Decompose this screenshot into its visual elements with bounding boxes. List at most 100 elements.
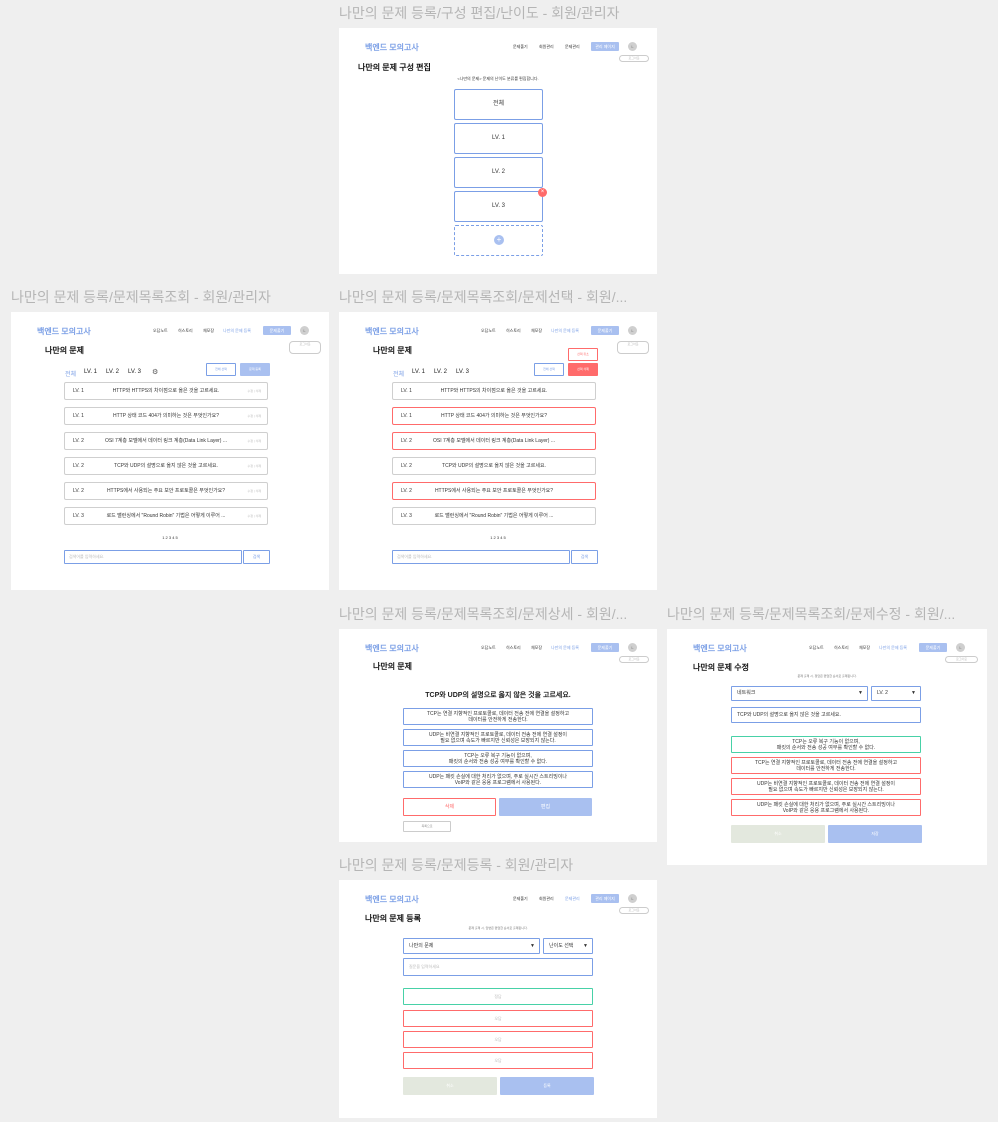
solve-button[interactable]: 문제풀기 bbox=[919, 643, 947, 652]
row-actions[interactable]: 수정 | 삭제 bbox=[248, 508, 262, 524]
logout-button[interactable]: 로그아웃 bbox=[619, 907, 649, 914]
register-question-button[interactable]: 문제 등록 bbox=[240, 363, 270, 376]
wrong-answer-input[interactable]: 오답 bbox=[403, 1031, 593, 1048]
logo[interactable]: 백엔드 모의고사 bbox=[365, 326, 419, 337]
answer-option[interactable]: TCP는 오류 복구 기능이 없으며, 패킷의 순서와 전송 성공 여부를 확인할… bbox=[403, 750, 593, 767]
delete-level-icon[interactable]: × bbox=[538, 188, 547, 197]
back-to-list-button[interactable]: 목록으로 bbox=[403, 821, 451, 832]
level-select[interactable]: 난이도 선택 ▼ bbox=[543, 938, 593, 954]
logout-button[interactable]: 로그아웃 bbox=[617, 341, 649, 354]
nav-item-my-questions[interactable]: 나만의 문제 등록 bbox=[223, 328, 251, 334]
solve-button[interactable]: 문제풀기 bbox=[263, 326, 291, 335]
tab-lv1[interactable]: LV. 1 bbox=[412, 369, 425, 375]
logo[interactable]: 백엔드 모의고사 bbox=[365, 894, 419, 905]
nav-item-my-questions[interactable]: 나만의 문제 등록 bbox=[551, 328, 579, 334]
question-row[interactable]: HTTPS에서 사용되는 주요 보안 프로토콜은 무엇인가요? LV. 2 bbox=[392, 482, 596, 500]
row-actions[interactable]: 수정 | 삭제 bbox=[248, 483, 262, 499]
nav-item-notebook[interactable]: 체모장 bbox=[203, 328, 214, 334]
nav-item-wrong-notes[interactable]: 오답노트 bbox=[481, 328, 496, 334]
question-row[interactable]: HTTPS에서 사용되는 주요 보안 프로토콜은 무엇인가요? LV. 2 수정 |… bbox=[64, 482, 268, 500]
tab-all[interactable]: 전체 bbox=[65, 369, 76, 378]
tab-lv2[interactable]: LV. 2 bbox=[106, 369, 119, 375]
nav-item-questions[interactable]: 문제관리 bbox=[565, 44, 580, 50]
nav-item-history[interactable]: 히스토리 bbox=[506, 645, 521, 651]
nav-item-history[interactable]: 히스토리 bbox=[178, 328, 193, 334]
level-item-all[interactable]: 전체 bbox=[454, 89, 543, 120]
wrong-answer-input[interactable]: 오답 bbox=[403, 1052, 593, 1069]
nav-item-solve[interactable]: 문제풀기 bbox=[513, 44, 528, 50]
nav-item-wrong-notes[interactable]: 오답노트 bbox=[481, 645, 496, 651]
nav-item-members[interactable]: 회원관리 bbox=[539, 44, 554, 50]
logo[interactable]: 백엔드 모의고사 bbox=[37, 326, 91, 337]
answer-option[interactable]: UDP는 비연결 지향적인 프로토콜로, 데이터 전송 전에 연결 설정이 필요 … bbox=[403, 729, 593, 746]
search-input[interactable]: 검색어를 입력하세요. bbox=[64, 550, 242, 564]
delete-button[interactable]: 삭제 bbox=[403, 798, 496, 816]
gear-icon[interactable]: ⚙ bbox=[152, 368, 158, 376]
solve-button[interactable]: 문제풀기 bbox=[591, 643, 619, 652]
question-row[interactable]: 로드 밸런싱에서 "Round Robin" 기법은 어떻게 이루어 ... LV… bbox=[392, 507, 596, 525]
nav-item-questions[interactable]: 문제관리 bbox=[565, 896, 580, 902]
avatar[interactable]: L bbox=[628, 42, 637, 51]
avatar[interactable]: L bbox=[628, 326, 637, 335]
nav-item-my-questions[interactable]: 나만의 문제 등록 bbox=[879, 645, 907, 651]
cancel-button[interactable]: 취소 bbox=[731, 825, 825, 843]
logout-button[interactable]: 로그아웃 bbox=[289, 341, 321, 354]
admin-page-button[interactable]: 관리 페이지 bbox=[591, 42, 619, 51]
category-select[interactable]: 나만의 문제 ▼ bbox=[403, 938, 540, 954]
answer-option[interactable]: UDP는 비연결 지향적인 프로토콜로, 데이터 전송 전에 연결 설정이 필요 … bbox=[731, 778, 921, 795]
level-select[interactable]: LV. 2 ▼ bbox=[871, 686, 921, 701]
question-row[interactable]: OSI 7계층 모델에서 데이터 링크 계층(Data Link Layer) … bbox=[64, 432, 268, 450]
question-row[interactable]: TCP와 UDP의 설명으로 옳지 않은 것을 고르세요. LV. 2 수정 | 삭… bbox=[64, 457, 268, 475]
level-item-3[interactable]: LV. 3 bbox=[454, 191, 543, 222]
nav-item-my-questions[interactable]: 나만의 문제 등록 bbox=[551, 645, 579, 651]
save-button[interactable]: 저장 bbox=[828, 825, 922, 843]
select-all-button[interactable]: 전체 선택 bbox=[534, 363, 564, 376]
logout-button[interactable]: 로그아웃 bbox=[619, 55, 649, 62]
correct-answer-input[interactable]: 정답 bbox=[403, 988, 593, 1005]
admin-page-button[interactable]: 관리 페이지 bbox=[591, 894, 619, 903]
pagination[interactable]: 1 2 3 4 5 bbox=[339, 535, 657, 540]
row-actions[interactable]: 수정 | 삭제 bbox=[248, 458, 262, 474]
nav-item-history[interactable]: 히스토리 bbox=[834, 645, 849, 651]
question-row[interactable]: 로드 밸런싱에서 "Round Robin" 기법은 어떻게 이루어 ... LV… bbox=[64, 507, 268, 525]
row-actions[interactable]: 수정 | 삭제 bbox=[248, 383, 262, 399]
answer-option[interactable]: UDP는 패킷 손실에 대한 처리가 없으며, 주로 실시간 스트리밍이나 VoI… bbox=[731, 799, 921, 816]
logo[interactable]: 백엔드 모의고사 bbox=[365, 42, 419, 53]
level-item-1[interactable]: LV. 1 bbox=[454, 123, 543, 154]
answer-option[interactable]: TCP는 연결 지향적인 프로토콜로, 데이터 전송 전에 연결을 설정하고 데이… bbox=[403, 708, 593, 725]
question-row[interactable]: HTTP 상태 코드 404가 의미하는 것은 무엇인가요? LV. 1 수정 | … bbox=[64, 407, 268, 425]
register-button[interactable]: 등록 bbox=[500, 1077, 594, 1095]
logo[interactable]: 백엔드 모의고사 bbox=[693, 643, 747, 654]
nav-item-notebook[interactable]: 체모장 bbox=[531, 328, 542, 334]
row-actions[interactable]: 수정 | 삭제 bbox=[248, 408, 262, 424]
logout-button[interactable]: 로그아웃 bbox=[945, 656, 978, 663]
question-row[interactable]: HTTP 상태 코드 404가 의미하는 것은 무엇인가요? LV. 1 bbox=[392, 407, 596, 425]
tab-lv2[interactable]: LV. 2 bbox=[434, 369, 447, 375]
answer-option[interactable]: TCP는 오류 복구 기능이 없으며, 패킷의 순서와 전송 성공 여부를 확인할… bbox=[731, 736, 921, 753]
question-row[interactable]: HTTP와 HTTPS의 차이점으로 옳은 것을 고르세요. LV. 1 수정 | … bbox=[64, 382, 268, 400]
wrong-answer-input[interactable]: 오답 bbox=[403, 1010, 593, 1027]
nav-item-members[interactable]: 회원관리 bbox=[539, 896, 554, 902]
question-input[interactable]: TCP와 UDP의 설명으로 옳지 않은 것을 고르세요. bbox=[731, 707, 921, 723]
plus-icon[interactable]: + bbox=[494, 235, 504, 245]
search-button[interactable]: 검색 bbox=[571, 550, 598, 564]
level-item-2[interactable]: LV. 2 bbox=[454, 157, 543, 188]
tab-lv3[interactable]: LV. 3 bbox=[456, 369, 469, 375]
answer-option[interactable]: UDP는 패킷 손실에 대한 처리가 없으며, 주로 실시간 스트리밍이나 VoI… bbox=[403, 771, 593, 788]
answer-option[interactable]: TCP는 연결 지향적인 프로토콜로, 데이터 전송 전에 연결을 설정하고 데이… bbox=[731, 757, 921, 774]
question-input[interactable]: 질문을 입력하세요 bbox=[403, 958, 593, 976]
avatar[interactable]: L bbox=[628, 894, 637, 903]
select-all-button[interactable]: 전체 선택 bbox=[206, 363, 236, 376]
avatar[interactable]: L bbox=[628, 643, 637, 652]
nav-item-history[interactable]: 히스토리 bbox=[506, 328, 521, 334]
avatar[interactable]: L bbox=[956, 643, 965, 652]
nav-item-notebook[interactable]: 체모장 bbox=[531, 645, 542, 651]
search-button[interactable]: 검색 bbox=[243, 550, 270, 564]
search-input[interactable]: 검색어를 입력하세요. bbox=[392, 550, 570, 564]
tab-lv1[interactable]: LV. 1 bbox=[84, 369, 97, 375]
tab-all[interactable]: 전체 bbox=[393, 369, 404, 378]
avatar[interactable]: L bbox=[300, 326, 309, 335]
cancel-selection-button[interactable]: 선택 취소 bbox=[568, 348, 598, 361]
tab-lv3[interactable]: LV. 3 bbox=[128, 369, 141, 375]
question-row[interactable]: TCP와 UDP의 설명으로 옳지 않은 것을 고르세요. LV. 2 bbox=[392, 457, 596, 475]
